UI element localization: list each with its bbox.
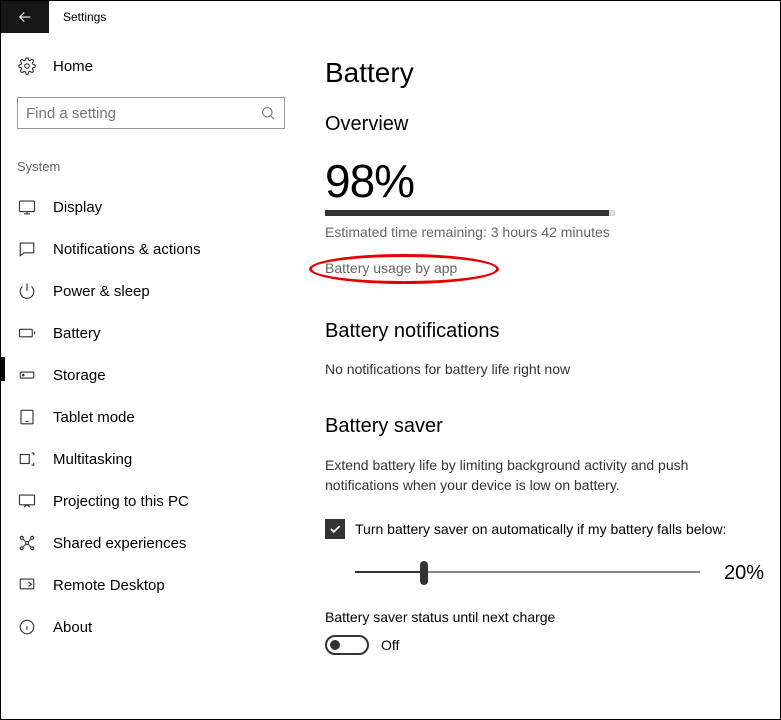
power-icon — [17, 282, 37, 300]
saver-toggle[interactable] — [325, 635, 369, 655]
toggle-state: Off — [381, 637, 399, 653]
sidebar-item-about[interactable]: About — [17, 606, 285, 648]
nav-label: Remote Desktop — [53, 577, 165, 594]
sidebar-item-projecting[interactable]: Projecting to this PC — [17, 480, 285, 522]
sidebar-item-battery[interactable]: Battery — [17, 312, 285, 354]
storage-icon — [17, 366, 37, 384]
battery-progress — [325, 210, 615, 216]
shared-icon — [17, 534, 37, 552]
about-icon — [17, 618, 37, 636]
nav-label: Power & sleep — [53, 283, 150, 300]
battery-icon — [17, 324, 37, 342]
notifications-heading: Battery notifications — [325, 320, 764, 343]
sidebar-item-power[interactable]: Power & sleep — [17, 270, 285, 312]
sidebar-item-storage[interactable]: Storage — [17, 354, 285, 396]
nav-label: Storage — [53, 367, 106, 384]
tablet-icon — [17, 408, 37, 426]
slider-fill — [355, 571, 424, 573]
projecting-icon — [17, 492, 37, 510]
sidebar-item-multitasking[interactable]: Multitasking — [17, 438, 285, 480]
threshold-value: 20% — [716, 562, 764, 585]
overview-heading: Overview — [325, 113, 764, 136]
battery-progress-fill — [325, 210, 609, 216]
nav-label: Multitasking — [53, 451, 132, 468]
nav-label: Notifications & actions — [53, 241, 201, 258]
saver-heading: Battery saver — [325, 415, 764, 438]
auto-saver-label: Turn battery saver on automatically if m… — [355, 521, 726, 537]
auto-saver-checkbox[interactable] — [325, 519, 345, 539]
threshold-slider[interactable] — [355, 561, 700, 585]
remote-icon — [17, 576, 37, 594]
time-remaining: Estimated time remaining: 3 hours 42 min… — [325, 224, 764, 240]
sidebar-item-notifications[interactable]: Notifications & actions — [17, 228, 285, 270]
gear-icon — [17, 57, 37, 75]
nav-label: Display — [53, 199, 102, 216]
multitasking-icon — [17, 450, 37, 468]
nav-label: Projecting to this PC — [53, 493, 189, 510]
nav-label: Tablet mode — [53, 409, 135, 426]
page-title: Battery — [325, 57, 764, 89]
notifications-text: No notifications for battery life right … — [325, 361, 764, 377]
sidebar-item-tablet[interactable]: Tablet mode — [17, 396, 285, 438]
check-icon — [328, 522, 342, 536]
notifications-icon — [17, 240, 37, 258]
back-button[interactable] — [1, 1, 49, 33]
active-indicator — [1, 357, 5, 381]
saver-status-label: Battery saver status until next charge — [325, 609, 764, 625]
home-link[interactable]: Home — [17, 51, 285, 81]
slider-thumb[interactable] — [420, 561, 428, 585]
nav-label: Shared experiences — [53, 535, 186, 552]
sidebar-item-shared[interactable]: Shared experiences — [17, 522, 285, 564]
sidebar-item-remote[interactable]: Remote Desktop — [17, 564, 285, 606]
search-input[interactable] — [17, 97, 285, 129]
usage-by-app-link[interactable]: Battery usage by app — [325, 260, 457, 276]
nav-label: Battery — [53, 325, 101, 342]
battery-percent: 98% — [325, 154, 764, 208]
nav-label: About — [53, 619, 92, 636]
search-icon — [260, 105, 276, 121]
toggle-knob — [330, 640, 340, 650]
sidebar-item-display[interactable]: Display — [17, 186, 285, 228]
display-icon — [17, 198, 37, 216]
home-label: Home — [53, 58, 93, 75]
search-field[interactable] — [26, 105, 260, 122]
arrow-left-icon — [16, 8, 34, 26]
window-title: Settings — [63, 10, 106, 24]
section-header: System — [17, 159, 285, 174]
saver-description: Extend battery life by limiting backgrou… — [325, 456, 764, 495]
